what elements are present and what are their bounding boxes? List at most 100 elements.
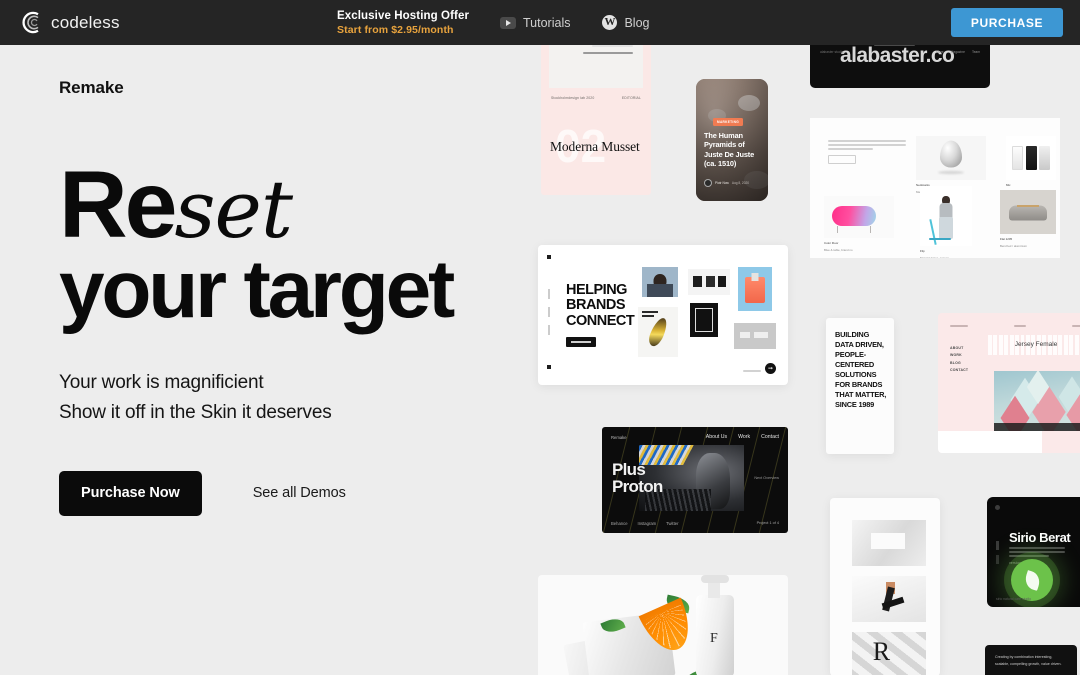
pyramids-byline: Piotr Now Aug 8, 2020	[704, 179, 749, 187]
product-item-mix[interactable]: Mix 2018 ca, white ink	[1006, 136, 1056, 195]
theme-name-label: Remake	[59, 78, 124, 97]
pyramids-author: Piotr Now	[715, 180, 729, 185]
product-title-flat: Flat 1205	[1000, 236, 1013, 241]
proton-title-line-1: Plus	[612, 460, 646, 479]
cosmetics-bottle-pump	[701, 575, 729, 583]
product-item-flip[interactable]: Flip Material brass, canvas	[920, 186, 972, 258]
product-caption-flat: Benched / aluminium	[1000, 244, 1027, 249]
moderna-title: Moderna Musset	[550, 139, 640, 154]
product-see-works-button[interactable]	[828, 154, 856, 164]
proton-link-twitter[interactable]: Twitter	[666, 521, 678, 526]
arrow-right-icon[interactable]: ➞	[765, 363, 776, 374]
headline-reset-re: Re	[59, 152, 177, 258]
demo-card-cosmetics[interactable]: F	[538, 575, 788, 675]
demo-card-building-statement[interactable]: BUILDING DATA DRIVEN, PEOPLE-CENTERED SO…	[826, 318, 894, 454]
nav-item-blog[interactable]: W Blog	[602, 15, 650, 30]
sirio-leaf-badge[interactable]	[1011, 559, 1053, 601]
alabaster-nav-store[interactable]: Store	[936, 50, 944, 54]
pink-top-meta	[950, 325, 1080, 329]
product-item-flat-1205[interactable]: Flat 1205 Benched / aluminium	[1000, 190, 1056, 249]
proton-nav-work[interactable]: Work	[738, 434, 750, 440]
product-item-color-floor[interactable]: Color Floor Blue & table, brand no	[824, 196, 894, 253]
hosting-offer-subtitle: Start from $2.95/month	[337, 24, 454, 37]
see-all-demos-link[interactable]: See all Demos	[253, 485, 346, 501]
demo-card-product-grid[interactable]: Neckpants Material brass, canvas Mix 201…	[810, 118, 1060, 258]
hosting-offer[interactable]: Exclusive Hosting Offer Start from $2.95…	[337, 9, 469, 38]
alabaster-nav-team[interactable]: Team	[972, 50, 980, 54]
codeless-circle-logo-icon	[19, 10, 44, 35]
proton-link-behance[interactable]: Behance	[611, 521, 628, 526]
proton-logo: Remake	[611, 435, 627, 440]
dark-strip-text: Creating by combination interesting, sca…	[995, 655, 1062, 666]
headline-line-2: your target	[59, 244, 455, 336]
purchase-button[interactable]: PURCHASE	[951, 8, 1063, 37]
proton-nav-contact[interactable]: Contact	[761, 434, 779, 440]
pyramids-category-badge: MARKETING	[713, 118, 744, 126]
top-navigation-bar: codeless Exclusive Hosting Offer Start f…	[0, 0, 1080, 45]
moderna-meta-left: Stockholmdesign lab 2020	[551, 96, 595, 100]
proton-social-links: Behance Instagram Twitter	[611, 521, 679, 526]
helping-thumb-portrait[interactable]	[642, 267, 678, 297]
product-title-flip: Flip	[920, 248, 925, 253]
alabaster-nav: Store Magazine Team	[936, 50, 980, 54]
hero-section: Remake Reset your target Your work is ma…	[59, 78, 529, 516]
cosmetics-bottle-letter: F	[710, 631, 718, 646]
proton-title: Plus Proton	[612, 461, 663, 495]
demo-card-helping-brands[interactable]: HELPING BRANDS CONNECT ➞	[538, 245, 788, 385]
sirio-footer: sirio natural care studio	[996, 597, 1032, 601]
hero-subtitle-line-1: Your work is magnificient	[59, 371, 264, 393]
codeless-logo[interactable]: codeless	[19, 10, 120, 35]
demo-card-jersey-female[interactable]: Jersey Female ABOUT WORK BLOG CONTACT	[938, 313, 1080, 453]
demo-card-sirio-berat[interactable]: Sirio Berat version 1 sirio natural care…	[987, 497, 1080, 607]
demo-card-dark-strip[interactable]: Creating by combination interesting, sca…	[985, 645, 1077, 675]
nav-item-tutorials[interactable]: Tutorials	[500, 16, 570, 30]
pink-footer-block	[938, 431, 1042, 453]
codeless-logo-text: codeless	[51, 12, 120, 32]
demo-card-plus-proton[interactable]: Remake About Us Work Contact Plus Proton…	[602, 427, 788, 533]
pink-isometric-illustration	[994, 371, 1080, 431]
sirio-title: Sirio Berat	[1009, 530, 1071, 545]
proton-nav-about[interactable]: About Us	[706, 434, 727, 440]
pink-nav-contact[interactable]: CONTACT	[950, 367, 968, 374]
helping-side-rail	[547, 255, 552, 375]
stack-photo-1	[852, 520, 926, 566]
pyramids-title: The Human Pyramids of Juste De Juste (ca…	[704, 131, 755, 168]
hero-subtitle-line-2: Show it off in the Skin it deserves	[59, 402, 332, 424]
stack-photo-3: R	[852, 632, 926, 675]
proton-side-label: Next Overview	[754, 475, 779, 481]
proton-nav: About Us Work Contact	[706, 434, 779, 440]
nav-label-tutorials: Tutorials	[523, 15, 571, 30]
hero-headline: Reset your target	[59, 158, 529, 336]
hero-cta-row: Purchase Now See all Demos	[59, 470, 529, 516]
helping-our-work-button[interactable]	[566, 337, 596, 347]
pink-nav-about[interactable]: ABOUT	[950, 345, 968, 352]
page-root: codeless Exclusive Hosting Offer Start f…	[0, 0, 1080, 675]
hosting-offer-title: Exclusive Hosting Offer	[337, 10, 470, 22]
product-caption-color-floor: Blue & table, brand no	[824, 248, 853, 253]
helping-thumb-dark[interactable]	[690, 303, 718, 337]
proton-link-instagram[interactable]: Instagram	[638, 521, 657, 526]
demo-card-photo-stack[interactable]: R	[830, 498, 940, 675]
proton-project-counter: Project 1 of 4	[756, 520, 779, 525]
product-title-color-floor: Color Floor	[824, 240, 839, 245]
demo-card-human-pyramids[interactable]: MARKETING The Human Pyramids of Juste De…	[696, 79, 768, 201]
helping-thumb-banana[interactable]	[638, 307, 678, 357]
hero-subtitle: Your work is magnificient Show it off in…	[59, 368, 529, 429]
helping-thumb-posters[interactable]	[688, 269, 730, 295]
pink-nav-blog[interactable]: BLOG	[950, 360, 968, 367]
pyramids-date: Aug 8, 2020	[731, 180, 750, 185]
pink-sidebar-nav: ABOUT WORK BLOG CONTACT	[950, 345, 968, 374]
product-title-mix: Mix	[1006, 182, 1011, 187]
leaf-icon	[1022, 569, 1042, 591]
helping-thumb-perfume[interactable]	[738, 267, 772, 311]
pink-nav-work[interactable]: WORK	[950, 352, 968, 359]
alabaster-nav-magazine[interactable]: Magazine	[951, 50, 965, 54]
stack-photo-2	[852, 576, 926, 622]
purchase-now-button[interactable]: Purchase Now	[59, 470, 202, 516]
helping-title-line-1: HELPING	[566, 282, 627, 298]
helping-thumb-gray[interactable]	[734, 323, 776, 349]
avatar	[704, 179, 712, 187]
headline-reset-set: set	[174, 163, 293, 256]
demo-showcase-collage: Stockholmdesign lab 2020 EDITORIAL 02 Mo…	[530, 0, 1080, 675]
headline-line-1: Reset	[59, 158, 529, 253]
